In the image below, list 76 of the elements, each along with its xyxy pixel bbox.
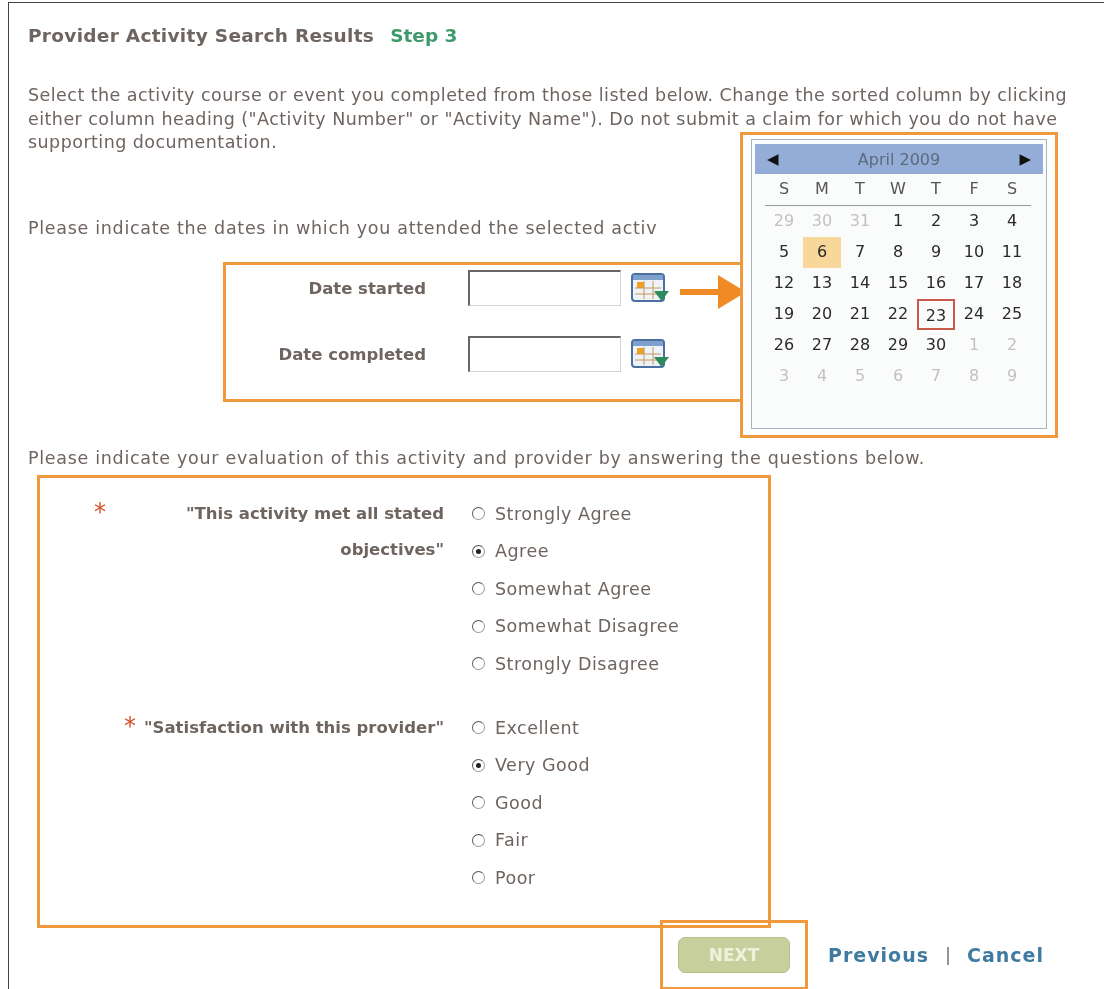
day-cell[interactable]: 27 <box>803 330 841 361</box>
radio-option[interactable]: Agree <box>472 539 680 563</box>
weekday-label: S <box>777 178 791 200</box>
radio-button[interactable] <box>472 544 485 558</box>
cancel-link[interactable]: Cancel <box>967 943 1044 966</box>
day-cell[interactable]: 18 <box>993 268 1031 299</box>
day-cell[interactable]: 22 <box>879 299 917 330</box>
day-cell[interactable]: 24 <box>955 299 993 330</box>
calendar-icon[interactable] <box>631 339 669 369</box>
day-cell[interactable]: 15 <box>879 268 917 299</box>
day-cell[interactable]: 23 <box>917 299 955 330</box>
radio-option[interactable]: Excellent <box>472 715 591 740</box>
radio-option[interactable]: Poor <box>472 865 591 890</box>
day-cell[interactable]: 7 <box>841 237 879 268</box>
radio-option[interactable]: Somewhat Disagree <box>472 614 680 638</box>
day-cell[interactable]: 19 <box>765 299 803 330</box>
link-separator: | <box>944 944 952 965</box>
weekday-label: W <box>889 178 907 200</box>
calendar-icon[interactable] <box>631 273 669 303</box>
day-cell[interactable]: 10 <box>955 237 993 268</box>
question-label: "Satisfaction with this provider" <box>144 716 444 739</box>
day-cell[interactable]: 5 <box>765 237 803 268</box>
next-month-button[interactable]: ▶ <box>1019 150 1031 168</box>
previous-month-button[interactable]: ◀ <box>767 150 779 168</box>
day-cell[interactable]: 9 <box>917 237 955 268</box>
day-cell[interactable]: 4 <box>993 206 1031 237</box>
radio-button[interactable] <box>472 657 485 670</box>
radio-option[interactable]: Good <box>472 790 591 815</box>
radio-button[interactable] <box>472 582 485 595</box>
day-cell[interactable]: 6 <box>803 237 841 268</box>
field-label: Date completed <box>277 344 426 364</box>
field-label: Date started <box>307 278 426 298</box>
step-label: Step 3 <box>390 25 458 46</box>
day-cell[interactable]: 13 <box>803 268 841 299</box>
evaluation-prompt: Please indicate your evaluation of this activity and provider by answering the questions below. <box>28 448 925 468</box>
radio-button[interactable] <box>472 871 485 884</box>
day-cell[interactable]: 29 <box>879 330 917 361</box>
required-asterisk: * <box>124 715 136 742</box>
radio-button[interactable] <box>472 796 485 809</box>
radio-button[interactable] <box>472 507 485 520</box>
radio-option[interactable]: Somewhat Agree <box>472 576 680 601</box>
day-cell[interactable]: 21 <box>841 299 879 330</box>
day-cell[interactable]: 8 <box>879 237 917 268</box>
day-cell[interactable]: 16 <box>917 268 955 299</box>
weekday-label: M <box>814 178 830 200</box>
required-asterisk: * <box>94 501 106 528</box>
day-cell[interactable]: 14 <box>841 268 879 299</box>
day-cell[interactable]: 25 <box>993 299 1031 330</box>
radio-button[interactable] <box>472 758 485 772</box>
date-input[interactable] <box>468 270 621 306</box>
previous-link[interactable]: Previous <box>828 943 929 966</box>
day-cell[interactable]: 17 <box>955 268 993 299</box>
radio-option[interactable]: Strongly Agree <box>472 501 680 526</box>
day-cell[interactable]: 2 <box>917 206 955 237</box>
radio-option[interactable]: Very Good <box>472 753 591 777</box>
date-input[interactable] <box>468 336 621 372</box>
weekday-label: S <box>1005 178 1019 200</box>
dates-prompt: Please indicate the dates in which you attended the selected activ <box>28 217 658 238</box>
day-cell[interactable]: 20 <box>803 299 841 330</box>
radio-button[interactable] <box>472 619 485 633</box>
radio-button[interactable] <box>472 721 485 734</box>
day-cell[interactable]: 11 <box>993 237 1031 268</box>
question-label: "This activity met all stated objectives" <box>185 502 444 561</box>
weekday-label: T <box>930 178 942 200</box>
radio-option[interactable]: Fair <box>472 828 591 852</box>
day-cell[interactable]: 26 <box>765 330 803 361</box>
day-cell[interactable]: 28 <box>841 330 879 361</box>
day-cell[interactable]: 1 <box>879 206 917 237</box>
weekday-label: F <box>968 178 980 200</box>
radio-button[interactable] <box>472 833 485 847</box>
page-title: Provider Activity Search Results <box>28 25 375 46</box>
radio-option[interactable]: Strongly Disagree <box>472 651 680 676</box>
day-cell[interactable]: 12 <box>765 268 803 299</box>
weekday-label: T <box>854 178 866 200</box>
day-cell[interactable]: 3 <box>955 206 993 237</box>
day-cell[interactable]: 30 <box>917 330 955 361</box>
